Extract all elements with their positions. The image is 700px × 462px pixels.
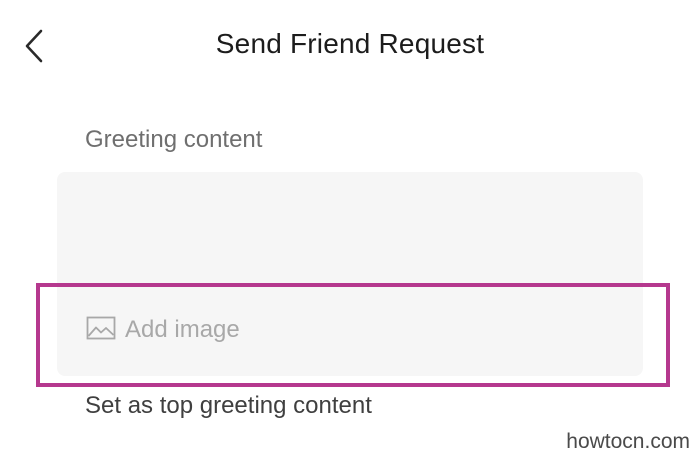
set-top-greeting-option[interactable]: Set as top greeting content	[85, 392, 372, 420]
greeting-content-label: Greeting content	[85, 126, 263, 153]
watermark: howtocn.com	[566, 430, 690, 453]
greeting-content-input[interactable]	[57, 172, 643, 282]
add-image-button[interactable]: Add image	[86, 312, 240, 348]
add-image-label: Add image	[125, 316, 240, 343]
image-icon	[86, 316, 116, 345]
page-title: Send Friend Request	[215, 28, 485, 59]
